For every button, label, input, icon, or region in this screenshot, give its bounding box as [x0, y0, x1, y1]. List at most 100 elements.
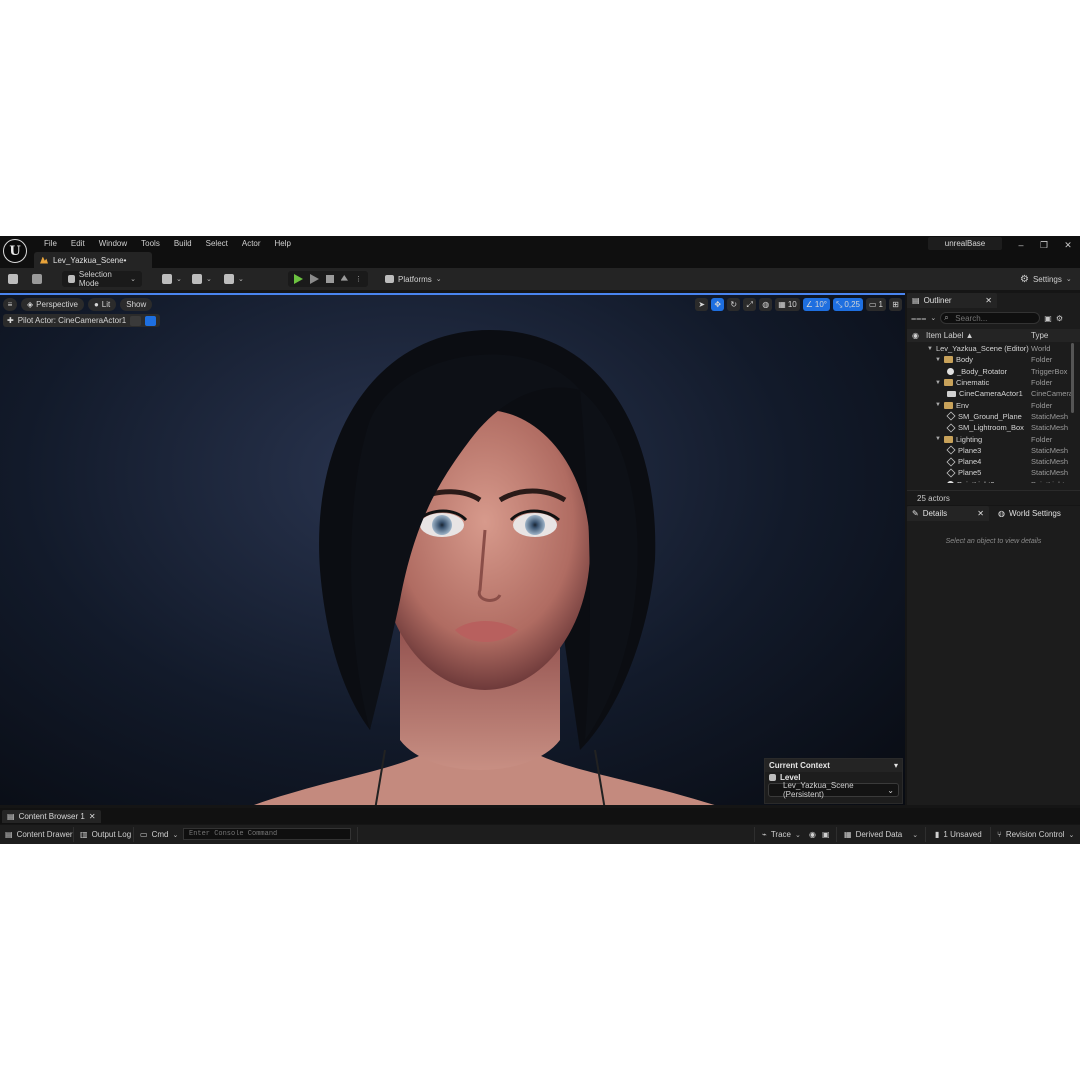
outliner-row[interactable]: SM_Lightroom_Box StaticMesh	[907, 422, 1072, 433]
blueprint-button[interactable]: ⌄	[192, 271, 212, 287]
step-icon[interactable]	[310, 274, 319, 284]
divider	[357, 827, 358, 842]
close-icon[interactable]: ✕	[977, 509, 984, 518]
outliner-tab[interactable]: ▤ Outliner ✕	[907, 293, 997, 308]
stop-icon[interactable]	[326, 275, 334, 283]
rotation-snap-button[interactable]: ∠ 10°	[802, 298, 830, 311]
visibility-icon[interactable]: ◉	[912, 331, 919, 340]
lit-button[interactable]: ● Lit	[87, 298, 117, 311]
translate-tool-button[interactable]: ✥	[711, 298, 725, 311]
scale-tool-button[interactable]: ⤢	[743, 298, 757, 311]
outliner-row[interactable]: Plane5 StaticMesh	[907, 467, 1072, 478]
filter-icon[interactable]: ⩶	[911, 313, 926, 324]
viewport-menu-button[interactable]: ≡	[3, 298, 17, 311]
details-tab[interactable]: ✎ Details ✕	[907, 506, 989, 521]
outliner-row[interactable]: ▼ Body Folder	[907, 354, 1072, 365]
level-viewport[interactable]: ≡ ◈ Perspective ● Lit Show ✚ Pilot Actor: …	[0, 293, 905, 805]
content-browser-tab[interactable]: ▤ Content Browser 1 ✕	[2, 810, 101, 823]
menu-edit[interactable]: Edit	[64, 238, 92, 250]
close-icon[interactable]: ✕	[985, 296, 992, 305]
derived-data-dropdown[interactable]: ▦ Derived Data ⌄	[844, 828, 918, 841]
menu-build[interactable]: Build	[167, 238, 199, 250]
unsaved-button[interactable]: ▮ 1 Unsaved	[935, 828, 982, 841]
selection-mode-dropdown[interactable]: Selection Mode ⌄	[62, 270, 142, 288]
expand-arrow-icon[interactable]: ▼	[935, 357, 941, 363]
eject-pilot-button[interactable]	[130, 315, 142, 326]
expand-arrow-icon[interactable]: ▼	[935, 436, 941, 442]
minimize-button[interactable]: –	[1014, 239, 1028, 251]
outliner-row[interactable]: ▼ Lev_Yazkua_Scene (Editor) World	[907, 343, 1072, 354]
eject-icon[interactable]	[340, 275, 348, 281]
outliner-row[interactable]: ▼ Cinematic Folder	[907, 377, 1072, 388]
lit-label: Lit	[101, 300, 111, 309]
console-command-input[interactable]	[183, 828, 351, 840]
gear-icon[interactable]: ⚙	[1056, 314, 1063, 323]
menu-actor[interactable]: Actor	[235, 238, 268, 250]
pin-icon[interactable]: ✚	[7, 316, 14, 325]
type-column[interactable]: Type	[1031, 331, 1048, 340]
outliner-row[interactable]: Plane3 StaticMesh	[907, 445, 1072, 456]
menu-help[interactable]: Help	[268, 238, 298, 250]
output-log-button[interactable]: ▥ Output Log	[80, 828, 131, 841]
menu-window[interactable]: Window	[92, 238, 134, 250]
revision-control-dropdown[interactable]: ⑂ Revision Control ⌄	[997, 828, 1074, 841]
rotate-tool-button[interactable]: ↻	[727, 298, 741, 311]
unreal-logo-icon[interactable]: U	[3, 239, 27, 263]
screenshot-button[interactable]: ▣	[822, 828, 830, 841]
expand-arrow-icon[interactable]: ▼	[927, 346, 933, 352]
outliner-scrollbar[interactable]	[1071, 343, 1074, 413]
content-button[interactable]	[32, 271, 42, 287]
menu-tools[interactable]: Tools	[134, 238, 167, 250]
record-button[interactable]: ◉	[809, 828, 816, 841]
outliner-row[interactable]: ▼ Env Folder	[907, 399, 1072, 410]
cinematics-button[interactable]: ⌄	[224, 271, 244, 287]
outliner-row[interactable]: Plane4 StaticMesh	[907, 456, 1072, 467]
level-select[interactable]: Lev_Yazkua_Scene (Persistent) ⌄	[768, 781, 899, 799]
cmd-dropdown[interactable]: ▭ Cmd ⌄	[140, 828, 178, 841]
play-icon[interactable]	[294, 274, 303, 284]
show-button[interactable]: Show	[120, 298, 153, 311]
camera-view-button[interactable]	[145, 315, 157, 326]
outliner-row[interactable]: PointLight0 PointLight	[907, 479, 1072, 483]
current-context-panel: Current Context ▾ Level Lev_Yazkua_Scene…	[764, 758, 903, 804]
expand-arrow-icon[interactable]: ▼	[935, 402, 941, 408]
close-icon[interactable]: ✕	[89, 812, 96, 821]
settings-button[interactable]: ⚙ Settings ⌄	[1020, 271, 1072, 287]
current-context-header[interactable]: Current Context ▾	[765, 759, 902, 772]
layout-button[interactable]: ⊞	[889, 298, 902, 311]
more-options-icon[interactable]: ⋮	[355, 275, 362, 283]
expand-arrow-icon[interactable]: ▼	[935, 380, 941, 386]
blueprint-icon	[192, 274, 202, 284]
world-space-button[interactable]: ◍	[759, 298, 773, 311]
status-bar: ▤ Content Drawer ▥ Output Log ▭ Cmd ⌄ ⌁ …	[0, 825, 1080, 844]
outliner-item-label: PointLight0	[957, 480, 995, 483]
outliner-row[interactable]: SM_Ground_Plane StaticMesh	[907, 411, 1072, 422]
level-document-tab[interactable]: Lev_Yazkua_Scene•	[34, 252, 152, 268]
folder-add-icon[interactable]: ▣	[1044, 314, 1052, 323]
perspective-button[interactable]: ◈ Perspective	[21, 298, 84, 311]
select-tool-button[interactable]: ➤	[695, 298, 709, 311]
scale-snap-button[interactable]: ⤡ 0,25	[833, 298, 863, 311]
item-label-column[interactable]: Item Label ▲	[926, 331, 974, 340]
chevron-down-icon[interactable]: ⌄	[930, 314, 936, 322]
world-settings-tab[interactable]: ◍ World Settings	[993, 506, 1080, 521]
menu-file[interactable]: File	[37, 238, 64, 250]
platforms-button[interactable]: Platforms ⌄	[385, 271, 442, 287]
angle-icon: ∠	[805, 300, 813, 309]
divider	[836, 827, 837, 842]
grid-snap-button[interactable]: ▦ 10	[775, 298, 800, 311]
camera-speed-button[interactable]: ▭ 1	[865, 298, 886, 311]
add-actor-button[interactable]: ⌄	[162, 271, 182, 287]
outliner-row[interactable]: _Body_Rotator TriggerBox	[907, 366, 1072, 377]
project-name: unrealBase	[928, 237, 1002, 250]
outliner-row[interactable]: ▼ Lighting Folder	[907, 433, 1072, 444]
outliner-search-input[interactable]	[940, 312, 1041, 324]
close-button[interactable]: ✕	[1061, 239, 1075, 251]
content-drawer-button[interactable]: ▤ Content Drawer	[5, 828, 73, 841]
restore-button[interactable]: ❐	[1037, 239, 1051, 251]
outliner-row[interactable]: CineCameraActor1 CineCamera	[907, 388, 1072, 399]
trace-dropdown[interactable]: ⌁ Trace ⌄	[762, 828, 801, 841]
menu-select[interactable]: Select	[199, 238, 235, 250]
save-button[interactable]	[8, 271, 18, 287]
outliner-item: ▼ Body	[935, 355, 973, 364]
